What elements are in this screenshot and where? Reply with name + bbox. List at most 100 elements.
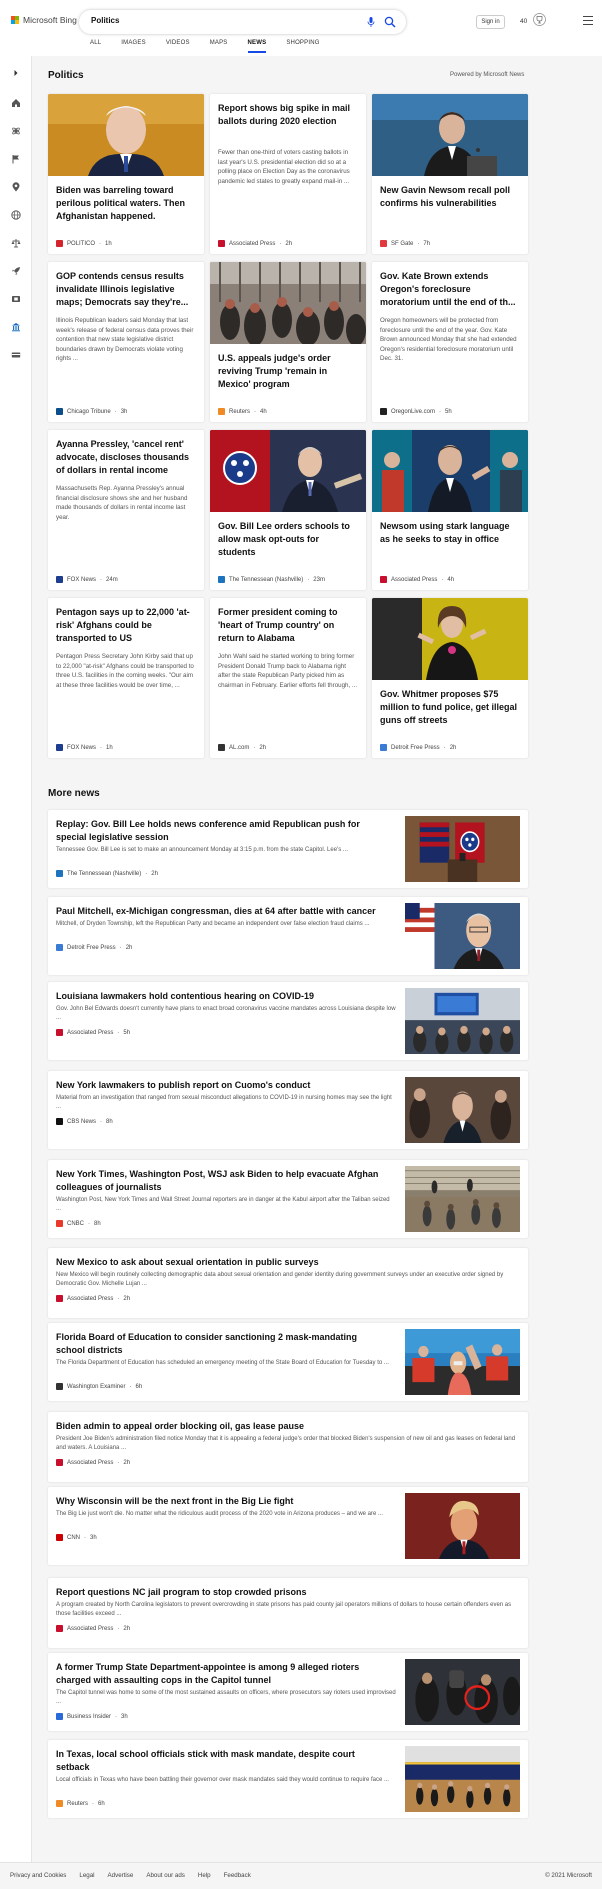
flag-icon[interactable] [9,152,23,166]
news-card[interactable]: Gov. Bill Lee orders schools to allow ma… [210,430,366,590]
more-news-source[interactable]: Detroit Free Press · 2h [56,944,132,951]
more-news-image[interactable] [405,1746,520,1812]
more-news-image[interactable] [405,1659,520,1725]
more-news-source[interactable]: CBS News · 8h [56,1118,113,1125]
news-card-source[interactable]: The Tennessean (Nashville) · 23m [218,576,325,583]
footer-link-help[interactable]: Help [198,1872,211,1879]
more-news-item[interactable]: Report questions NC jail program to stop… [48,1578,528,1648]
more-news-title-link[interactable]: Florida Board of Education to consider s… [56,1331,386,1357]
news-card-source[interactable]: SF Gate · 7h [380,240,430,247]
more-news-item[interactable]: New York Times, Washington Post, WSJ ask… [48,1160,528,1238]
news-card[interactable]: Former president coming to 'heart of Tru… [210,598,366,758]
news-card-title[interactable]: U.S. appeals judge's order reviving Trum… [218,352,358,391]
more-news-item[interactable]: Florida Board of Education to consider s… [48,1323,528,1401]
search-box[interactable] [79,10,406,34]
news-card-title[interactable]: Report shows big spike in mail ballots d… [218,102,358,128]
balance-icon[interactable] [9,236,23,250]
news-card-title[interactable]: Gov. Whitmer proposes $75 million to fun… [380,688,520,727]
more-news-image[interactable] [405,1166,520,1232]
more-news-image[interactable] [405,903,520,969]
money-icon[interactable] [9,348,23,362]
more-news-title-link[interactable]: Louisiana lawmakers hold contentious hea… [56,990,386,1003]
microphone-icon[interactable] [367,17,375,27]
more-news-source[interactable]: Reuters · 6h [56,1800,105,1807]
news-card-source[interactable]: POLITICO · 1h [56,240,112,247]
hamburger-menu-icon[interactable] [583,16,593,25]
more-news-image[interactable] [405,1077,520,1143]
news-card-image[interactable] [48,94,204,176]
tab-maps[interactable]: MAPS [210,40,228,53]
more-news-item[interactable]: New Mexico to ask about sexual orientati… [48,1248,528,1318]
globe-icon[interactable] [9,208,23,222]
search-icon[interactable] [384,16,396,28]
rewards-points[interactable]: 40 [520,18,527,25]
more-news-source[interactable]: Associated Press · 2h [56,1459,130,1466]
more-news-source[interactable]: Associated Press · 2h [56,1295,130,1302]
more-news-source[interactable]: The Tennessean (Nashville) · 2h [56,870,158,877]
news-card-image[interactable] [372,94,528,176]
more-news-title-link[interactable]: New Mexico to ask about sexual orientati… [56,1256,516,1269]
news-card-source[interactable]: FOX News · 1h [56,744,113,751]
news-card[interactable]: New Gavin Newsom recall poll confirms hi… [372,94,528,254]
news-card[interactable]: Newsom using stark language as he seeks … [372,430,528,590]
news-card-image[interactable] [210,262,366,344]
news-card-source[interactable]: Detroit Free Press · 2h [380,744,456,751]
footer-link-privacy-and-cookies[interactable]: Privacy and Cookies [10,1872,66,1879]
more-news-source[interactable]: Washington Examiner · 6h [56,1383,142,1390]
more-news-item[interactable]: Replay: Gov. Bill Lee holds news confere… [48,810,528,888]
home-icon[interactable] [9,96,23,110]
more-news-title-link[interactable]: Replay: Gov. Bill Lee holds news confere… [56,818,386,844]
news-card-title[interactable]: Pentagon says up to 22,000 'at-risk' Afg… [56,606,196,645]
bank-icon[interactable] [9,320,23,334]
more-news-title-link[interactable]: Paul Mitchell, ex-Michigan congressman, … [56,905,386,918]
news-card-title[interactable]: Biden was barreling toward perilous poli… [56,184,196,223]
more-news-item[interactable]: Paul Mitchell, ex-Michigan congressman, … [48,897,528,975]
more-news-source[interactable]: CNN · 3h [56,1534,97,1541]
news-card[interactable]: Report shows big spike in mail ballots d… [210,94,366,254]
news-card[interactable]: U.S. appeals judge's order reviving Trum… [210,262,366,422]
more-news-source[interactable]: CNBC · 8h [56,1220,101,1227]
news-card[interactable]: Gov. Whitmer proposes $75 million to fun… [372,598,528,758]
powered-by-label[interactable]: Powered by Microsoft News [450,72,524,78]
more-news-title-link[interactable]: A former Trump State Department-appointe… [56,1661,386,1687]
tab-shopping[interactable]: SHOPPING [286,40,319,53]
more-news-item[interactable]: Louisiana lawmakers hold contentious hea… [48,982,528,1060]
rewards-trophy-icon[interactable] [533,13,546,26]
news-card-source[interactable]: FOX News · 24m [56,576,118,583]
news-card-source[interactable]: AL.com · 2h [218,744,266,751]
news-card-source[interactable]: Chicago Tribune · 3h [56,408,127,415]
news-card-source[interactable]: Reuters · 4h [218,408,267,415]
news-card-title[interactable]: Former president coming to 'heart of Tru… [218,606,358,645]
news-card-title[interactable]: GOP contends census results invalidate I… [56,270,196,309]
more-news-item[interactable]: Biden admin to appeal order blocking oil… [48,1412,528,1482]
more-news-title-link[interactable]: Biden admin to appeal order blocking oil… [56,1420,516,1433]
news-card[interactable]: Pentagon says up to 22,000 'at-risk' Afg… [48,598,204,758]
more-news-source[interactable]: Business Insider · 3h [56,1713,128,1720]
more-news-item[interactable]: In Texas, local school officials stick w… [48,1740,528,1818]
more-news-title-link[interactable]: New York lawmakers to publish report on … [56,1079,386,1092]
more-news-item[interactable]: New York lawmakers to publish report on … [48,1071,528,1149]
more-news-title-link[interactable]: New York Times, Washington Post, WSJ ask… [56,1168,386,1194]
news-card-source[interactable]: Associated Press · 2h [218,240,292,247]
news-card-title[interactable]: Gov. Bill Lee orders schools to allow ma… [218,520,358,559]
footer-link-advertise[interactable]: Advertise [108,1872,134,1879]
footer-link-feedback[interactable]: Feedback [224,1872,251,1879]
bing-logo[interactable]: Microsoft Bing [11,15,77,25]
sign-in-button[interactable]: Sign in [476,15,505,29]
more-news-title-link[interactable]: In Texas, local school officials stick w… [56,1748,386,1774]
more-news-title-link[interactable]: Report questions NC jail program to stop… [56,1586,516,1599]
footer-link-legal[interactable]: Legal [79,1872,94,1879]
chevron-right-icon[interactable] [9,66,23,80]
news-card-title[interactable]: Gov. Kate Brown extends Oregon's foreclo… [380,270,520,309]
tab-news[interactable]: NEWS [247,40,267,53]
film-icon[interactable] [9,292,23,306]
more-news-image[interactable] [405,1329,520,1395]
tab-videos[interactable]: VIDEOS [166,40,190,53]
news-card-title[interactable]: Newsom using stark language as he seeks … [380,520,520,546]
news-card[interactable]: Gov. Kate Brown extends Oregon's foreclo… [372,262,528,422]
news-card-image[interactable] [372,430,528,512]
search-input[interactable] [91,16,311,25]
news-card[interactable]: Ayanna Pressley, 'cancel rent' advocate,… [48,430,204,590]
location-pin-icon[interactable] [9,180,23,194]
news-card[interactable]: Biden was barreling toward perilous poli… [48,94,204,254]
